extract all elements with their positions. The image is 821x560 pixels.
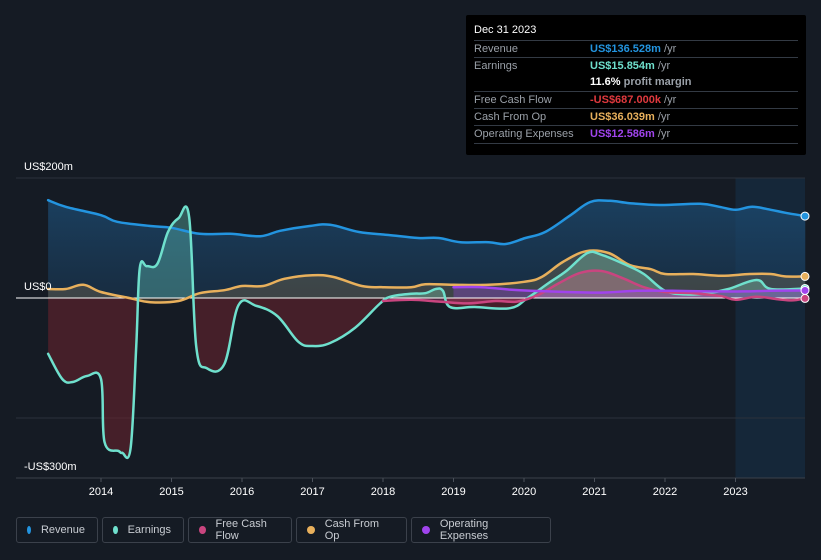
- y-axis-label: -US$300m: [24, 461, 77, 473]
- x-tick-label: 2016: [230, 486, 254, 498]
- tooltip-label: Cash From Op: [474, 111, 547, 123]
- operating-expenses-dot-icon: [422, 526, 430, 534]
- x-tick-label: 2015: [159, 486, 183, 498]
- tooltip-date: Dec 31 2023: [474, 24, 537, 36]
- legend-item-free-cash-flow[interactable]: Free Cash Flow: [188, 517, 292, 543]
- x-tick-label: 2022: [653, 486, 677, 498]
- legend-item-earnings[interactable]: Earnings: [102, 517, 184, 543]
- legend-label: Operating Expenses: [439, 518, 489, 542]
- cash-from-op-dot-icon: [307, 526, 315, 534]
- tooltip-label: Earnings: [474, 60, 518, 72]
- tooltip-value: US$136.528m /yr: [590, 43, 677, 55]
- cash-from-op-endpoint: [800, 271, 810, 281]
- tooltip-row-fcf: Free Cash Flow -US$687.000k /yr: [474, 91, 798, 109]
- legend-label: Free Cash Flow: [215, 518, 267, 542]
- tooltip-value: US$12.586m /yr: [590, 128, 671, 140]
- operating-expenses-endpoint: [800, 285, 810, 295]
- legend-item-cash-from-op[interactable]: Cash From Op: [296, 517, 407, 543]
- y-axis-label: US$0: [24, 281, 52, 293]
- revenue-endpoint: [800, 211, 810, 221]
- legend-label: Cash From Op: [324, 518, 380, 542]
- legend-item-operating-expenses[interactable]: Operating Expenses: [411, 517, 551, 543]
- x-tick-label: 2014: [89, 486, 113, 498]
- tooltip-row-earnings: Earnings US$15.854m /yr: [474, 57, 798, 75]
- earnings-dot-icon: [113, 526, 118, 534]
- tooltip-label: Free Cash Flow: [474, 94, 552, 106]
- tooltip-row-margin: 11.6% profit margin: [474, 74, 798, 91]
- x-tick-label: 2019: [441, 486, 465, 498]
- legend-label: Revenue: [40, 524, 85, 536]
- tooltip-row-revenue: Revenue US$136.528m /yr: [474, 40, 798, 58]
- free-cash-flow-dot-icon: [199, 526, 206, 534]
- tooltip-value: US$36.039m /yr: [590, 111, 671, 123]
- x-tick-label: 2018: [371, 486, 395, 498]
- tooltip-label: Operating Expenses: [474, 128, 574, 140]
- x-tick-label: 2017: [300, 486, 324, 498]
- tooltip-row-opex: Operating Expenses US$12.586m /yr: [474, 125, 798, 144]
- x-tick-label: 2023: [723, 486, 747, 498]
- tooltip-value: US$15.854m /yr: [590, 60, 671, 72]
- y-axis-label: US$200m: [24, 161, 73, 173]
- tooltip-profit-margin: 11.6% profit margin: [590, 76, 692, 88]
- tooltip-row-cfo: Cash From Op US$36.039m /yr: [474, 108, 798, 126]
- revenue-dot-icon: [27, 526, 31, 534]
- tooltip: Dec 31 2023 Revenue US$136.528m /yr Earn…: [466, 15, 806, 155]
- legend: Revenue Earnings Free Cash Flow Cash Fro…: [16, 517, 551, 543]
- x-tick-label: 2021: [582, 486, 606, 498]
- x-tick-label: 2020: [512, 486, 536, 498]
- free-cash-flow-endpoint: [800, 293, 810, 303]
- tooltip-label: Revenue: [474, 43, 519, 55]
- tooltip-value: -US$687.000k /yr: [590, 94, 677, 106]
- legend-item-revenue[interactable]: Revenue: [16, 517, 98, 543]
- legend-label: Earnings: [127, 524, 171, 536]
